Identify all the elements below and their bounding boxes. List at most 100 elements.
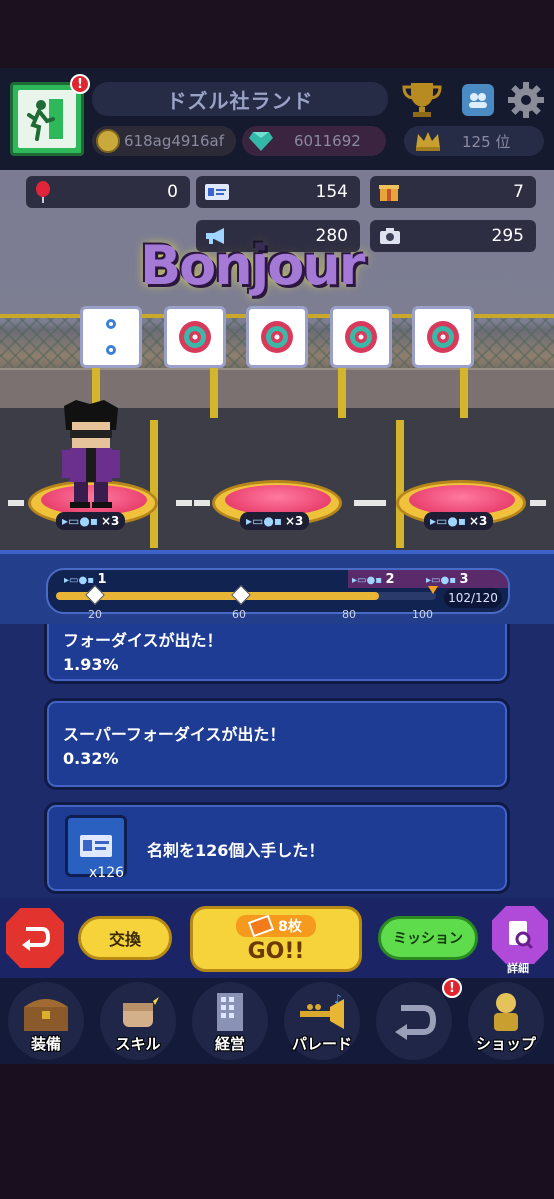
gear-icon (508, 82, 544, 118)
mini-items-icon: ▸▭●▪ (430, 514, 466, 528)
nav-manage[interactable]: 経営 (192, 982, 268, 1060)
die-card-2 (164, 306, 226, 368)
nav-parade[interactable]: ♪ パレード (284, 982, 360, 1060)
coin-counter: 618ag4916af (92, 126, 236, 156)
log-percent: 0.32% (63, 749, 119, 768)
stage-1-label: ▸▭●▪ 1 (64, 572, 107, 587)
target-die-icon (427, 321, 459, 353)
shopkeeper-icon (494, 993, 518, 1031)
die-marker-icon (231, 585, 251, 605)
pad-multiplier-3: ▸▭●▪ ×3 (424, 512, 494, 530)
pad-multiplier-1: ▸▭●▪ ×3 (56, 512, 126, 530)
log-entry: x126 名刺を126個入手した！ (44, 802, 510, 894)
nav-equip[interactable]: 装備 (8, 982, 84, 1060)
megaphone-value: 280 (315, 226, 348, 246)
action-bar: 交換 8枚 GO!! ミッション 詳細 (0, 898, 554, 978)
card-stat: 154 (196, 176, 360, 208)
trumpet-icon: ♪ (300, 993, 344, 1029)
progress-count: 102/120 (444, 588, 502, 608)
treasure-chest-icon (24, 999, 68, 1031)
detail-label: 詳細 (507, 962, 529, 975)
id-card-icon (205, 184, 229, 200)
top-margin (0, 0, 554, 68)
balloon-value: 0 (167, 182, 178, 202)
exchange-label: 交換 (108, 930, 141, 949)
back-action-button[interactable] (6, 908, 64, 968)
exit-alert-badge: ! (70, 74, 90, 94)
camera-icon (380, 228, 400, 244)
gift-box-icon (379, 185, 399, 201)
log-entry: フォーダイスが出た！ 1.93% (44, 624, 510, 684)
settings-button[interactable] (504, 80, 548, 120)
gem-counter: 6011692 (242, 126, 386, 156)
target-die-icon (261, 321, 293, 353)
die-card-5 (412, 306, 474, 368)
log-percent: 1.93% (63, 655, 119, 674)
die-card-1 (80, 306, 142, 368)
tick-20: 20 (88, 608, 102, 621)
land-name: ドズル社ランド (166, 88, 314, 113)
nav-alert-badge: ! (442, 978, 462, 998)
log-item-qty: x126 (89, 865, 125, 881)
svg-text:♪: ♪ (334, 993, 342, 1006)
log-text: スーパーフォーダイスが出た！ (63, 725, 286, 744)
coin-value: 618ag4916af (124, 132, 224, 150)
log-text: フォーダイスが出た！ (63, 631, 223, 650)
exchange-button[interactable]: 交換 (78, 916, 172, 960)
die-card-3 (246, 306, 308, 368)
progress-pointer-icon (428, 586, 438, 594)
mission-label: ミッション (393, 931, 463, 947)
detail-button[interactable] (492, 906, 548, 964)
box-stat: 7 (370, 176, 536, 208)
gem-value: 6011692 (294, 132, 361, 150)
stage-2-label: ▸▭●▪ 2 (352, 572, 395, 587)
megaphone-icon (206, 228, 224, 244)
ticket-icon (248, 914, 275, 937)
go-button[interactable]: 8枚 GO!! (190, 906, 362, 972)
friends-button[interactable] (456, 80, 500, 120)
target-die-icon (345, 321, 377, 353)
diamond-icon (249, 132, 273, 151)
friends-icon (462, 84, 494, 116)
game-scene[interactable]: Bonjour 0 154 7 280 295 ▸▭●▪ ×3 ▸▭●▪ ×3 … (0, 170, 554, 550)
ticket-count: 8枚 (278, 918, 302, 935)
running-exit-icon (27, 99, 63, 141)
rank-value: 125 位 (462, 132, 511, 151)
progress-bar-fill (56, 592, 379, 600)
bottom-margin (0, 1064, 554, 1199)
event-log[interactable]: フォーダイスが出た！ 1.93% スーパーフォーダイスが出た！ 0.32% x1… (0, 624, 554, 898)
log-text: 名刺を126個入手した！ (147, 841, 325, 860)
id-card-icon (80, 835, 112, 857)
ticket-count-pill: 8枚 (236, 914, 316, 937)
bottom-nav: 装備 スキル 経営 ♪ パレード ! ショップ (0, 978, 554, 1064)
mission-button[interactable]: ミッション (378, 916, 478, 960)
die-marker-icon (85, 585, 105, 605)
header: ! ドズル社ランド 618ag4916af 6011692 125 位 (0, 68, 554, 170)
stage-3-label: ▸▭●▪ 3 (426, 572, 469, 587)
die-card-4 (330, 306, 392, 368)
tick-100: 100 (412, 608, 433, 621)
coin-icon (96, 129, 120, 153)
stage-progress-panel: ▸▭●▪ 1 ▸▭●▪ 2 ▸▭●▪ 3 102/120 (0, 550, 554, 624)
balloon-icon (36, 181, 50, 203)
pad-multiplier-2: ▸▭●▪ ×3 (240, 512, 310, 530)
trophy-button[interactable] (400, 80, 444, 120)
box-value: 7 (513, 182, 524, 202)
die-two-icon (106, 319, 116, 355)
nav-shop[interactable]: ショップ (468, 982, 544, 1060)
exit-button[interactable] (10, 82, 84, 156)
balloon-stat: 0 (26, 176, 190, 208)
trophy-icon (402, 83, 442, 117)
nav-skill[interactable]: スキル (100, 982, 176, 1060)
tick-80: 80 (342, 608, 356, 621)
mini-items-icon: ▸▭●▪ (246, 514, 282, 528)
stage-progress-track: ▸▭●▪ 1 ▸▭●▪ 2 ▸▭●▪ 3 102/120 (46, 568, 510, 614)
fist-icon (123, 993, 159, 1027)
land-name-pill: ドズル社ランド (92, 82, 388, 116)
mini-items-icon: ▸▭●▪ (62, 514, 98, 528)
magnifier-document-icon (509, 921, 534, 950)
log-entry: スーパーフォーダイスが出た！ 0.32% (44, 698, 510, 790)
tick-60: 60 (232, 608, 246, 621)
go-label: GO!! (247, 938, 305, 964)
nav-return[interactable] (376, 982, 452, 1060)
